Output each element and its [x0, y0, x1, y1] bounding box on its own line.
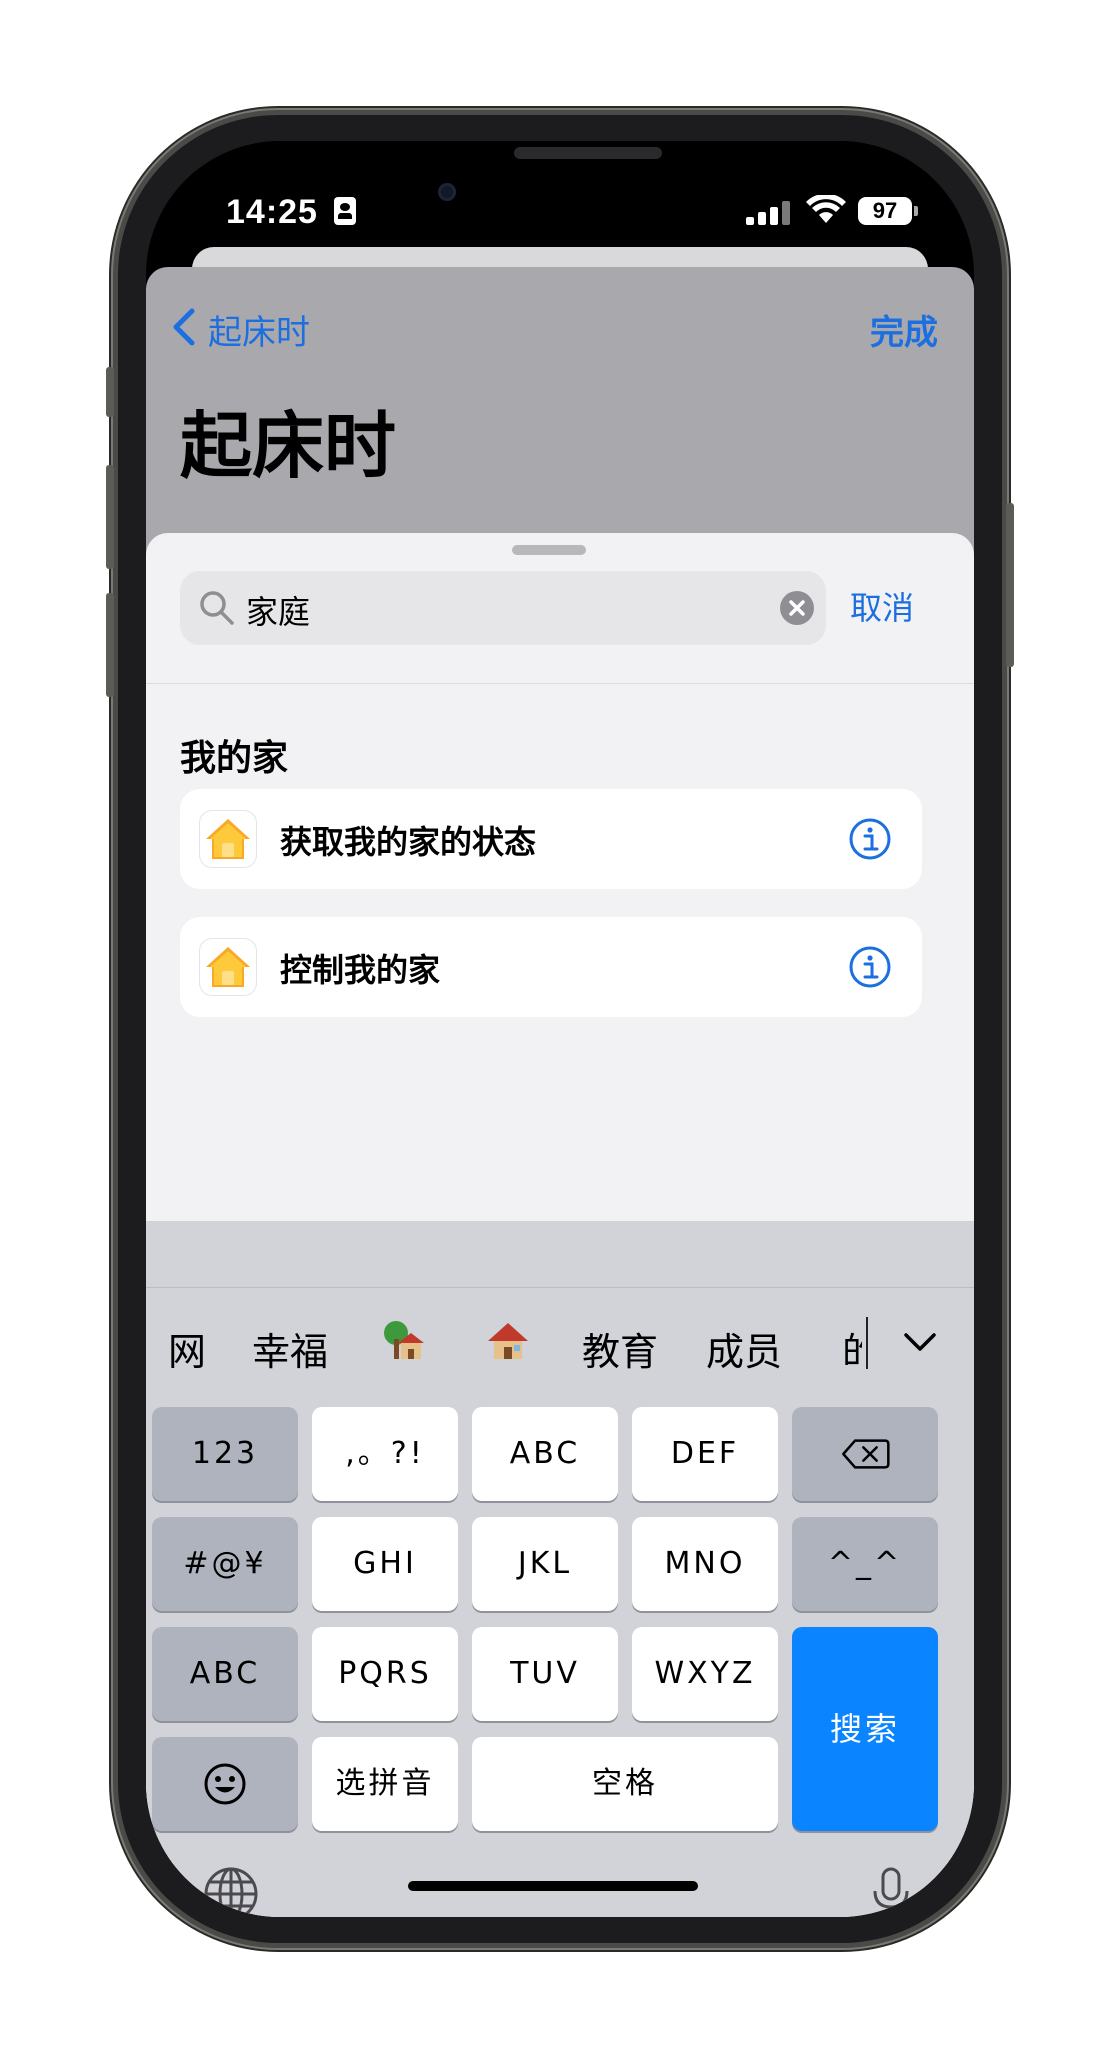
wifi-icon: [806, 195, 846, 223]
key-select-pinyin[interactable]: 选拼音: [312, 1737, 458, 1831]
keyboard: 网 幸福 教育 成员 的 123 ,。?! ABC DEF #@¥ GHI JK…: [146, 1221, 974, 1917]
space-key[interactable]: 空格: [472, 1737, 778, 1831]
front-camera: [438, 183, 456, 201]
key-kaomoji[interactable]: ^_^: [792, 1517, 938, 1611]
back-button[interactable]: 起床时: [173, 305, 310, 354]
chevron-left-icon: [173, 308, 195, 346]
key-ghi[interactable]: GHI: [312, 1517, 458, 1611]
search-field[interactable]: 家庭: [180, 571, 826, 645]
action-label: 控制我的家: [280, 951, 441, 989]
delete-icon: [842, 1439, 890, 1469]
key-jkl[interactable]: JKL: [472, 1517, 618, 1611]
key-mno[interactable]: MNO: [632, 1517, 778, 1611]
globe-icon[interactable]: [202, 1865, 260, 1917]
page-title: 起床时: [180, 404, 397, 488]
candidate[interactable]: 幸福: [252, 1321, 328, 1376]
clear-search-icon[interactable]: [780, 591, 814, 625]
done-button[interactable]: 完成: [870, 305, 938, 354]
status-time: 14:25: [226, 193, 318, 231]
home-app-icon: [200, 939, 256, 995]
power-button: [1006, 503, 1014, 667]
action-label: 获取我的家的状态: [280, 823, 537, 861]
battery-indicator: 97: [858, 197, 918, 225]
key-def[interactable]: DEF: [632, 1407, 778, 1501]
emoji-key[interactable]: [152, 1737, 298, 1831]
home-app-icon: [200, 811, 256, 867]
section-title: 我的家: [180, 738, 289, 779]
tree-house-emoji[interactable]: [380, 1319, 424, 1363]
key-123[interactable]: 123: [152, 1407, 298, 1501]
action-row[interactable]: 控制我的家: [180, 917, 922, 1017]
key-symbols[interactable]: #@¥: [152, 1517, 298, 1611]
key-punctuation[interactable]: ,。?!: [312, 1407, 458, 1501]
search-key[interactable]: 搜索: [792, 1627, 938, 1831]
key-abc-mode[interactable]: ABC: [152, 1627, 298, 1721]
volume-down-button: [106, 593, 114, 697]
cancel-button[interactable]: 取消: [850, 583, 914, 629]
emoji-icon: [204, 1763, 246, 1805]
key-pqrs[interactable]: PQRS: [312, 1627, 458, 1721]
phone-frame: 14:25 97 起床时 完成 起床时 家庭 取消 我的家 获取我的家的状态 控…: [106, 115, 1014, 1943]
candidate-bar: 网 幸福 教育 成员 的: [146, 1287, 974, 1397]
house-emoji[interactable]: [486, 1319, 530, 1363]
candidate[interactable]: 网: [168, 1321, 206, 1376]
candidate-separator: [866, 1317, 868, 1369]
action-row[interactable]: 获取我的家的状态: [180, 789, 922, 889]
candidate[interactable]: 的: [842, 1321, 862, 1365]
cellular-signal-icon: [746, 201, 792, 225]
key-tuv[interactable]: TUV: [472, 1627, 618, 1721]
info-icon[interactable]: [848, 945, 892, 989]
sheet-grabber[interactable]: [512, 545, 586, 555]
microphone-icon[interactable]: [862, 1865, 920, 1917]
key-wxyz[interactable]: WXYZ: [632, 1627, 778, 1721]
sleep-focus-icon: [334, 197, 356, 225]
key-abc[interactable]: ABC: [472, 1407, 618, 1501]
search-input[interactable]: 家庭: [246, 587, 310, 633]
candidate[interactable]: 成员: [706, 1321, 782, 1376]
action-button: [106, 367, 114, 417]
delete-key[interactable]: [792, 1407, 938, 1501]
earpiece-speaker: [514, 147, 662, 159]
candidate[interactable]: 教育: [582, 1321, 658, 1376]
search-icon: [200, 591, 234, 625]
chevron-down-icon[interactable]: [902, 1331, 938, 1355]
divider: [146, 683, 974, 684]
info-icon[interactable]: [848, 817, 892, 861]
volume-up-button: [106, 465, 114, 569]
home-indicator[interactable]: [408, 1881, 698, 1891]
back-label: 起床时: [208, 313, 310, 353]
screen: 14:25 97 起床时 完成 起床时 家庭 取消 我的家 获取我的家的状态 控…: [146, 141, 974, 1917]
